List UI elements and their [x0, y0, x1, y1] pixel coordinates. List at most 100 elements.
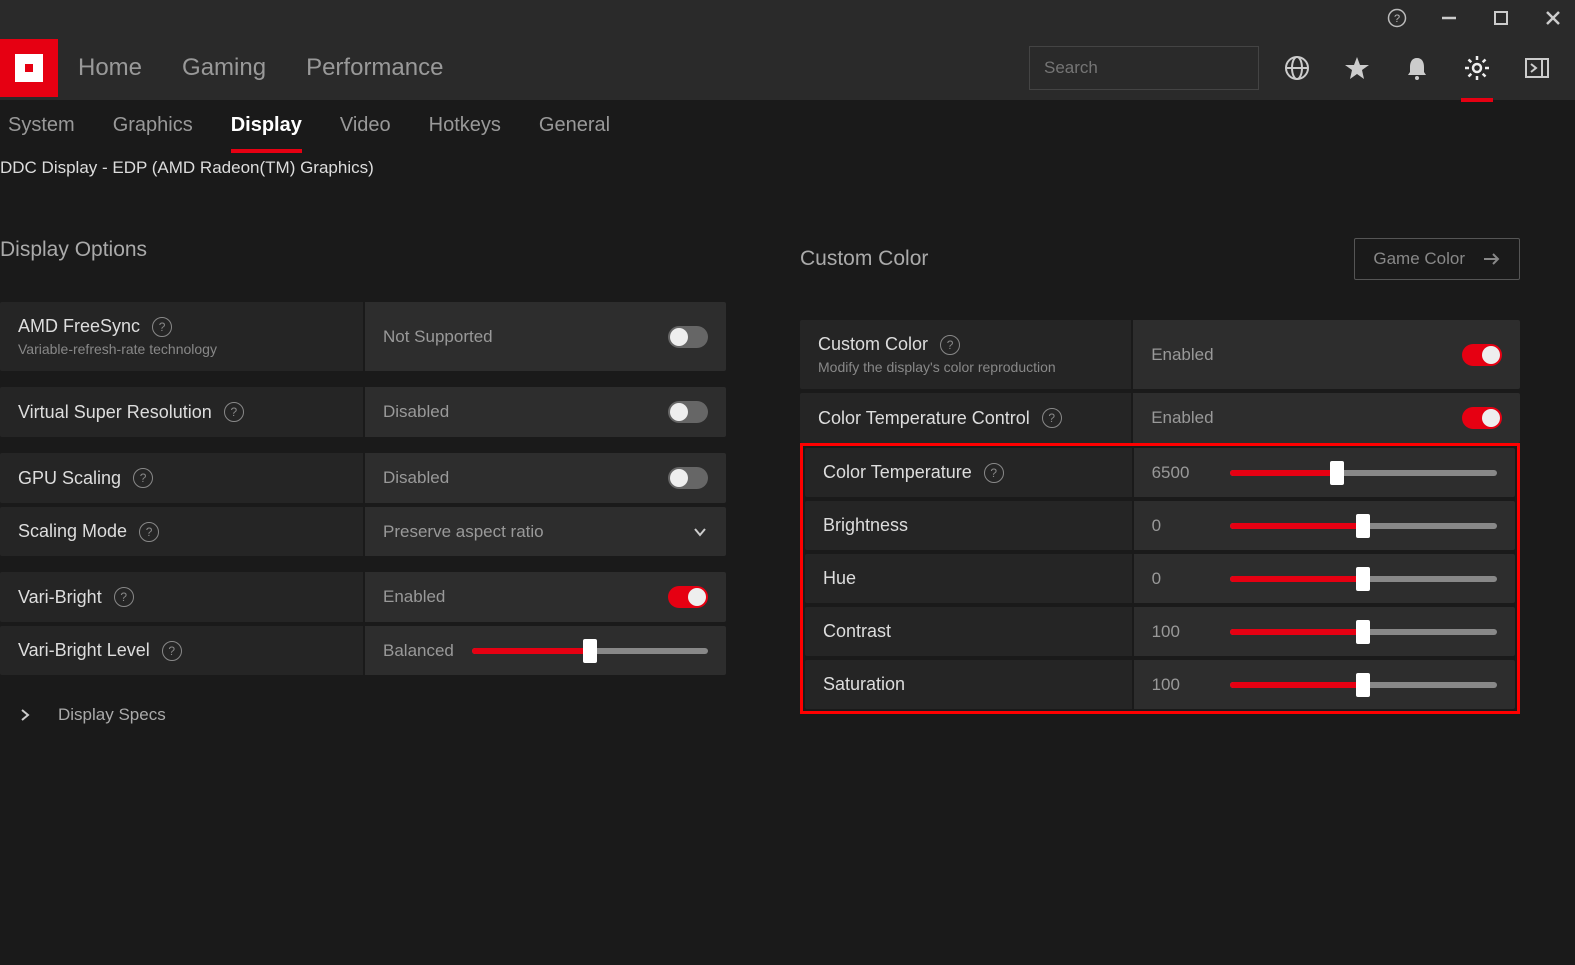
game-color-button[interactable]: Game Color [1354, 238, 1520, 280]
custom-color-toggle[interactable] [1462, 344, 1502, 366]
color-temp-control-label: Color Temperature Control [818, 408, 1030, 429]
help-icon[interactable]: ? [162, 641, 182, 661]
nav-home[interactable]: Home [78, 54, 142, 82]
gear-icon[interactable] [1463, 54, 1491, 82]
main-nav: Home Gaming Performance [78, 54, 443, 82]
contrast-label: Contrast [823, 621, 891, 642]
content: Display Options AMD FreeSync ? Variable-… [0, 178, 1575, 725]
tab-general[interactable]: General [539, 114, 610, 141]
freesync-label: AMD FreeSync [18, 316, 140, 337]
app-header: Home Gaming Performance [0, 36, 1575, 100]
tab-hotkeys[interactable]: Hotkeys [429, 114, 501, 141]
row-scaling-mode: Scaling Mode ? Preserve aspect ratio [0, 507, 726, 556]
chevron-down-icon [692, 524, 708, 540]
brightness-slider[interactable] [1230, 523, 1497, 529]
varibright-level-label: Vari-Bright Level [18, 640, 150, 661]
display-specs-label: Display Specs [58, 705, 166, 725]
star-icon[interactable] [1343, 54, 1371, 82]
help-icon[interactable]: ? [940, 335, 960, 355]
varibright-value: Enabled [383, 587, 445, 607]
chevron-right-icon [18, 708, 32, 722]
saturation-value: 100 [1152, 675, 1212, 695]
custom-color-sublabel: Modify the display's color reproduction [818, 359, 1113, 375]
arrow-right-icon [1483, 252, 1501, 266]
row-color-temp-control: Color Temperature Control ? Enabled [800, 393, 1520, 443]
custom-color-panel: Custom Color Game Color Custom Color ? M… [800, 238, 1520, 725]
scaling-mode-value: Preserve aspect ratio [383, 522, 544, 542]
gpu-scaling-label: GPU Scaling [18, 468, 121, 489]
display-options-panel: Display Options AMD FreeSync ? Variable-… [0, 238, 726, 725]
hue-label: Hue [823, 568, 856, 589]
row-varibright-level: Vari-Bright Level ? Balanced [0, 626, 726, 675]
nav-gaming[interactable]: Gaming [182, 54, 266, 82]
row-custom-color: Custom Color ? Modify the display's colo… [800, 320, 1520, 389]
row-color-temperature: Color Temperature ? 6500 [805, 448, 1515, 497]
close-icon[interactable] [1541, 6, 1565, 30]
help-icon[interactable]: ? [139, 522, 159, 542]
custom-color-value: Enabled [1151, 345, 1213, 365]
contrast-slider[interactable] [1230, 629, 1497, 635]
help-icon[interactable]: ? [152, 317, 172, 337]
globe-icon[interactable] [1283, 54, 1311, 82]
scaling-mode-label: Scaling Mode [18, 521, 127, 542]
bell-icon[interactable] [1403, 54, 1431, 82]
game-color-label: Game Color [1373, 249, 1465, 269]
minimize-icon[interactable] [1437, 6, 1461, 30]
row-vsr: Virtual Super Resolution ? Disabled [0, 387, 726, 437]
color-temp-control-value: Enabled [1151, 408, 1213, 428]
row-brightness: Brightness 0 [805, 501, 1515, 550]
row-hue: Hue 0 [805, 554, 1515, 603]
color-temp-control-toggle[interactable] [1462, 407, 1502, 429]
color-temperature-slider[interactable] [1230, 470, 1497, 476]
gpu-scaling-toggle[interactable] [668, 467, 708, 489]
varibright-label: Vari-Bright [18, 587, 102, 608]
contrast-value: 100 [1152, 622, 1212, 642]
freesync-value: Not Supported [383, 327, 493, 347]
help-icon[interactable]: ? [133, 468, 153, 488]
search-input[interactable] [1044, 58, 1265, 78]
brightness-value: 0 [1152, 516, 1212, 536]
window-titlebar: ? [0, 0, 1575, 36]
help-icon[interactable]: ? [1385, 6, 1409, 30]
help-icon[interactable]: ? [984, 463, 1004, 483]
hue-value: 0 [1152, 569, 1212, 589]
row-varibright: Vari-Bright ? Enabled [0, 572, 726, 622]
maximize-icon[interactable] [1489, 6, 1513, 30]
brightness-label: Brightness [823, 515, 908, 536]
freesync-toggle[interactable] [668, 326, 708, 348]
display-device-label: DDC Display - EDP (AMD Radeon(TM) Graphi… [0, 154, 1575, 178]
tab-video[interactable]: Video [340, 114, 391, 141]
nav-performance[interactable]: Performance [306, 54, 443, 82]
svg-text:?: ? [1394, 13, 1400, 25]
vsr-value: Disabled [383, 402, 449, 422]
help-icon[interactable]: ? [1042, 408, 1062, 428]
tab-system[interactable]: System [8, 114, 75, 141]
dock-icon[interactable] [1523, 54, 1551, 82]
varibright-level-value: Balanced [383, 641, 454, 661]
scaling-mode-dropdown[interactable]: Preserve aspect ratio [383, 522, 708, 542]
help-icon[interactable]: ? [224, 402, 244, 422]
tab-display[interactable]: Display [231, 114, 302, 141]
highlighted-sliders-group: Color Temperature ? 6500 [800, 443, 1520, 714]
row-saturation: Saturation 100 [805, 660, 1515, 709]
varibright-level-slider[interactable] [472, 648, 708, 654]
custom-color-label: Custom Color [818, 334, 928, 355]
help-icon[interactable]: ? [114, 587, 134, 607]
saturation-slider[interactable] [1230, 682, 1497, 688]
header-icons [1283, 54, 1575, 82]
hue-slider[interactable] [1230, 576, 1497, 582]
display-specs-expander[interactable]: Display Specs [0, 679, 726, 725]
custom-color-title: Custom Color [800, 247, 928, 271]
tab-graphics[interactable]: Graphics [113, 114, 193, 141]
row-contrast: Contrast 100 [805, 607, 1515, 656]
freesync-sublabel: Variable-refresh-rate technology [18, 341, 345, 357]
vsr-label: Virtual Super Resolution [18, 402, 212, 423]
amd-logo[interactable] [0, 39, 58, 97]
row-gpu-scaling: GPU Scaling ? Disabled [0, 453, 726, 503]
gpu-scaling-value: Disabled [383, 468, 449, 488]
color-temperature-value: 6500 [1152, 463, 1212, 483]
varibright-toggle[interactable] [668, 586, 708, 608]
subnav: System Graphics Display Video Hotkeys Ge… [0, 100, 1575, 154]
vsr-toggle[interactable] [668, 401, 708, 423]
search-box[interactable] [1029, 46, 1259, 90]
